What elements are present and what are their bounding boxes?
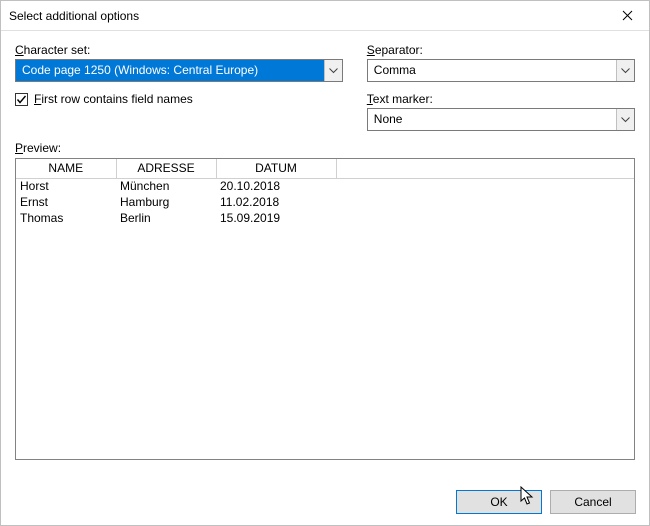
preview-label: Preview: [15,141,635,155]
button-bar: OK Cancel [456,490,636,514]
cell-name: Thomas [16,210,116,226]
character-set-value: Code page 1250 (Windows: Central Europe) [16,60,324,81]
character-set-label: Character set: [15,43,343,57]
text-marker-label: Text marker: [367,92,635,106]
close-icon [622,10,633,21]
col-header-datum[interactable]: DATUM [216,159,336,178]
cell-name: Ernst [16,194,116,210]
cell-adresse: Hamburg [116,194,216,210]
text-marker-combo[interactable]: None [367,108,635,131]
separator-label: Separator: [367,43,635,57]
col-header-spacer [336,159,634,178]
preview-box: NAME ADRESSE DATUM Horst München 20.10.2… [15,158,635,460]
chevron-down-icon [324,60,342,81]
first-row-checkbox-row[interactable]: First row contains field names [15,92,343,106]
preview-table: NAME ADRESSE DATUM Horst München 20.10.2… [16,159,634,226]
table-row[interactable]: Thomas Berlin 15.09.2019 [16,210,634,226]
first-row-label: First row contains field names [34,92,193,106]
title-bar: Select additional options [1,1,649,31]
cell-adresse: München [116,178,216,194]
table-row[interactable]: Ernst Hamburg 11.02.2018 [16,194,634,210]
cell-name: Horst [16,178,116,194]
separator-value: Comma [368,60,616,81]
ok-button[interactable]: OK [456,490,542,514]
close-button[interactable] [605,1,649,31]
chevron-down-icon [616,109,634,130]
text-marker-value: None [368,109,616,130]
chevron-down-icon [616,60,634,81]
cell-datum: 15.09.2019 [216,210,336,226]
col-header-adresse[interactable]: ADRESSE [116,159,216,178]
first-row-checkbox[interactable] [15,93,28,106]
window-title: Select additional options [9,9,605,23]
col-header-name[interactable]: NAME [16,159,116,178]
preview-header-row: NAME ADRESSE DATUM [16,159,634,178]
cancel-button[interactable]: Cancel [550,490,636,514]
separator-combo[interactable]: Comma [367,59,635,82]
check-icon [16,94,27,105]
table-row[interactable]: Horst München 20.10.2018 [16,178,634,194]
cell-datum: 20.10.2018 [216,178,336,194]
cell-datum: 11.02.2018 [216,194,336,210]
character-set-combo[interactable]: Code page 1250 (Windows: Central Europe) [15,59,343,82]
cell-adresse: Berlin [116,210,216,226]
